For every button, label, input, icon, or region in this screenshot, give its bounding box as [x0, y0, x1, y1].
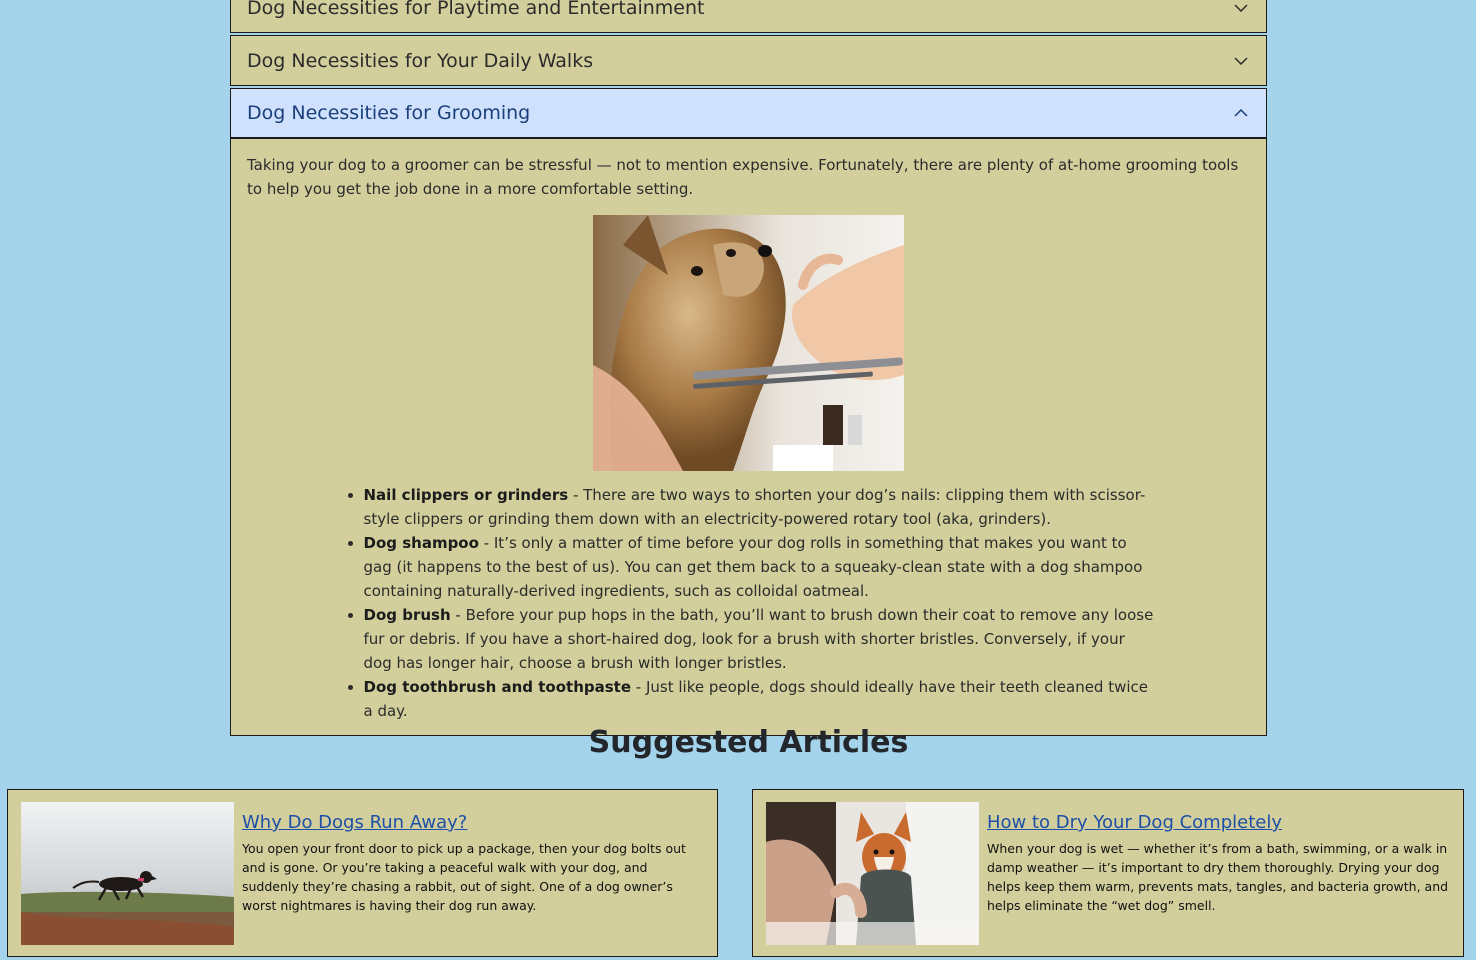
article-thumbnail[interactable] [766, 802, 979, 945]
article-title-link[interactable]: How to Dry Your Dog Completely [987, 812, 1451, 833]
article-card[interactable]: Why Do Dogs Run Away? You open your fron… [7, 789, 718, 957]
accordion-header-label: Dog Necessities for Your Daily Walks [247, 49, 594, 72]
accordion-body-grooming: Taking your dog to a groomer can be stre… [231, 139, 1266, 735]
accordion-header-grooming[interactable]: Dog Necessities for Grooming [231, 89, 1266, 139]
accordion-item-grooming: Dog Necessities for Grooming Taking your… [230, 88, 1267, 736]
accordion-header-daily-walks[interactable]: Dog Necessities for Your Daily Walks [231, 36, 1266, 85]
accordion-header-label: Dog Necessities for Grooming [247, 102, 531, 124]
article-summary: When your dog is wet — whether it’s from… [987, 841, 1449, 913]
list-item: Dog brush - Before your pup hops in the … [364, 603, 1154, 675]
list-item: Dog toothbrush and toothpaste - Just lik… [364, 675, 1154, 723]
accordion: Dog Necessities for Playtime and Enterta… [230, 0, 1267, 736]
list-item: Dog shampoo - It’s only a matter of time… [364, 531, 1154, 603]
list-item: Nail clippers or grinders - There are tw… [364, 483, 1154, 531]
article-text: Why Do Dogs Run Away? You open your fron… [242, 812, 705, 915]
grooming-photo [593, 215, 904, 471]
grooming-intro: Taking your dog to a groomer can be stre… [247, 156, 1239, 198]
article-card[interactable]: How to Dry Your Dog Completely When your… [752, 789, 1464, 957]
chevron-up-icon [1232, 104, 1250, 122]
accordion-item-daily-walks: Dog Necessities for Your Daily Walks [230, 35, 1267, 86]
chevron-down-icon [1232, 0, 1250, 17]
article-title-link[interactable]: Why Do Dogs Run Away? [242, 812, 705, 833]
grooming-list: Nail clippers or grinders - There are tw… [344, 483, 1154, 723]
article-thumbnail[interactable] [21, 802, 234, 945]
accordion-header-label: Dog Necessities for Playtime and Enterta… [247, 0, 705, 19]
article-text: How to Dry Your Dog Completely When your… [987, 812, 1451, 915]
suggested-articles-heading: Suggested Articles [588, 725, 909, 760]
accordion-item-playtime: Dog Necessities for Playtime and Enterta… [230, 0, 1267, 33]
accordion-header-playtime[interactable]: Dog Necessities for Playtime and Enterta… [231, 0, 1266, 32]
chevron-down-icon [1232, 52, 1250, 70]
article-summary: You open your front door to pick up a pa… [242, 841, 686, 913]
